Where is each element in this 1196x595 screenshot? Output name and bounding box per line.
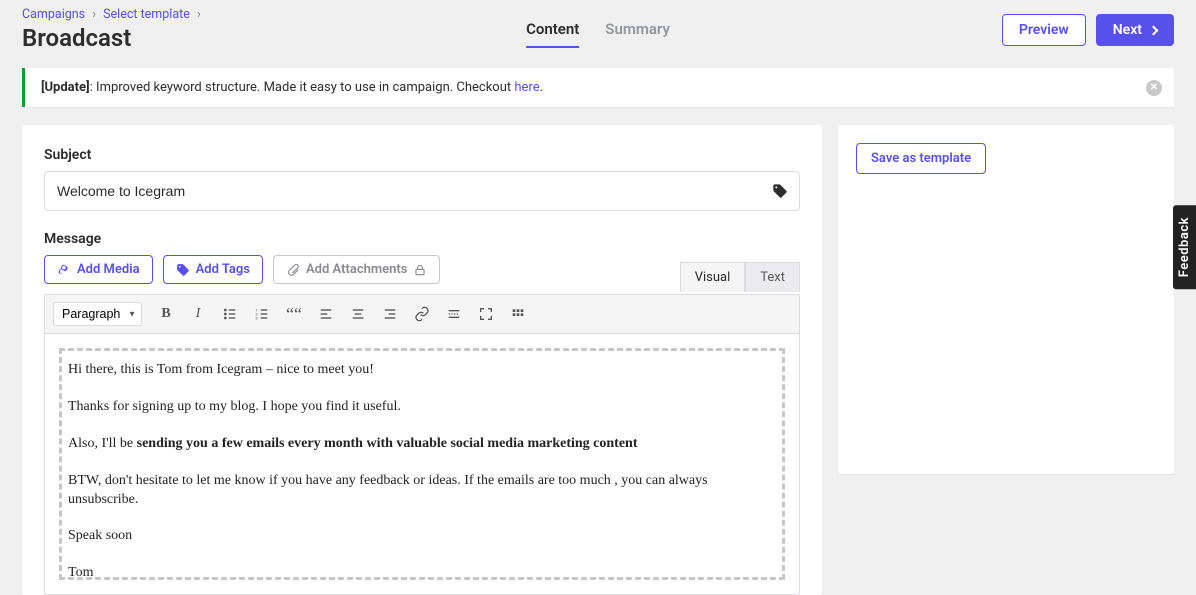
body-paragraph: Hi there, this is Tom from Icegram – nic… xyxy=(68,361,776,380)
editor-toolbar: Paragraph B I 123 ““ xyxy=(45,295,799,334)
editor-tab-visual[interactable]: Visual xyxy=(680,262,746,292)
lock-icon xyxy=(413,263,427,277)
tab-content[interactable]: Content xyxy=(526,20,579,48)
breadcrumb-campaigns[interactable]: Campaigns xyxy=(22,7,85,22)
preview-button[interactable]: Preview xyxy=(1002,14,1086,46)
toolbar-toggle-button[interactable] xyxy=(504,301,532,327)
numbered-list-button[interactable]: 123 xyxy=(248,301,276,327)
add-tags-button[interactable]: Add Tags xyxy=(163,255,263,284)
svg-text:3: 3 xyxy=(255,315,257,320)
bold-button[interactable]: B xyxy=(152,301,180,327)
chevron-right-icon: › xyxy=(197,7,201,22)
body-paragraph: BTW, don't hesitate to let me know if yo… xyxy=(68,472,776,510)
breadcrumb-select-template[interactable]: Select template xyxy=(103,7,190,22)
update-banner: [Update]: Improved keyword structure. Ma… xyxy=(22,68,1174,107)
editor-tab-text[interactable]: Text xyxy=(745,262,800,292)
breadcrumb: Campaigns › Select template › xyxy=(22,7,205,22)
blockquote-button[interactable]: ““ xyxy=(280,301,308,327)
add-media-button[interactable]: Add Media xyxy=(44,255,153,284)
next-button[interactable]: Next xyxy=(1096,14,1174,46)
align-right-button[interactable] xyxy=(376,301,404,327)
save-as-template-button[interactable]: Save as template xyxy=(856,143,986,174)
align-left-button[interactable] xyxy=(312,301,340,327)
read-more-button[interactable] xyxy=(440,301,468,327)
sidebar-card: Save as template xyxy=(838,125,1174,474)
body-paragraph: Tom xyxy=(68,564,776,583)
next-button-label: Next xyxy=(1113,22,1142,38)
editor-body[interactable]: Hi there, this is Tom from Icegram – nic… xyxy=(45,334,799,594)
add-tags-label: Add Tags xyxy=(196,262,250,277)
media-icon xyxy=(57,263,71,277)
feedback-tab[interactable]: Feedback xyxy=(1173,205,1196,289)
body-paragraph: Thanks for signing up to my blog. I hope… xyxy=(68,398,776,417)
add-attachments-label: Add Attachments xyxy=(306,262,407,277)
body-paragraph: Speak soon xyxy=(68,527,776,546)
message-label: Message xyxy=(44,231,800,247)
link-button[interactable] xyxy=(408,301,436,327)
tag-icon xyxy=(176,263,190,277)
tab-summary[interactable]: Summary xyxy=(605,20,670,48)
editor-card: Subject Message Add Media xyxy=(22,125,822,595)
tag-icon[interactable] xyxy=(772,183,788,199)
fullscreen-button[interactable] xyxy=(472,301,500,327)
paperclip-icon xyxy=(286,263,300,277)
center-tabs: Content Summary xyxy=(526,20,670,48)
format-select[interactable]: Paragraph xyxy=(53,302,142,326)
add-media-label: Add Media xyxy=(77,262,140,277)
align-center-button[interactable] xyxy=(344,301,372,327)
update-banner-body: : Improved keyword structure. Made it ea… xyxy=(90,80,515,95)
content-frame[interactable]: Hi there, this is Tom from Icegram – nic… xyxy=(59,348,785,580)
body-paragraph: Also, I'll be sending you a few emails e… xyxy=(68,435,776,454)
update-banner-suffix: . xyxy=(540,80,543,95)
chevron-right-icon: › xyxy=(92,7,96,22)
preview-button-label: Preview xyxy=(1019,22,1069,38)
subject-input[interactable] xyxy=(44,171,800,211)
add-attachments-button[interactable]: Add Attachments xyxy=(273,255,440,284)
update-banner-link[interactable]: here xyxy=(514,80,539,95)
update-banner-prefix: [Update] xyxy=(41,80,90,95)
subject-label: Subject xyxy=(44,147,800,163)
close-icon: ✕ xyxy=(1150,82,1158,93)
chevron-right-icon xyxy=(1149,25,1159,35)
dismiss-banner-button[interactable]: ✕ xyxy=(1146,80,1162,96)
bulleted-list-button[interactable] xyxy=(216,301,244,327)
italic-button[interactable]: I xyxy=(184,301,212,327)
page-title: Broadcast xyxy=(22,24,205,52)
